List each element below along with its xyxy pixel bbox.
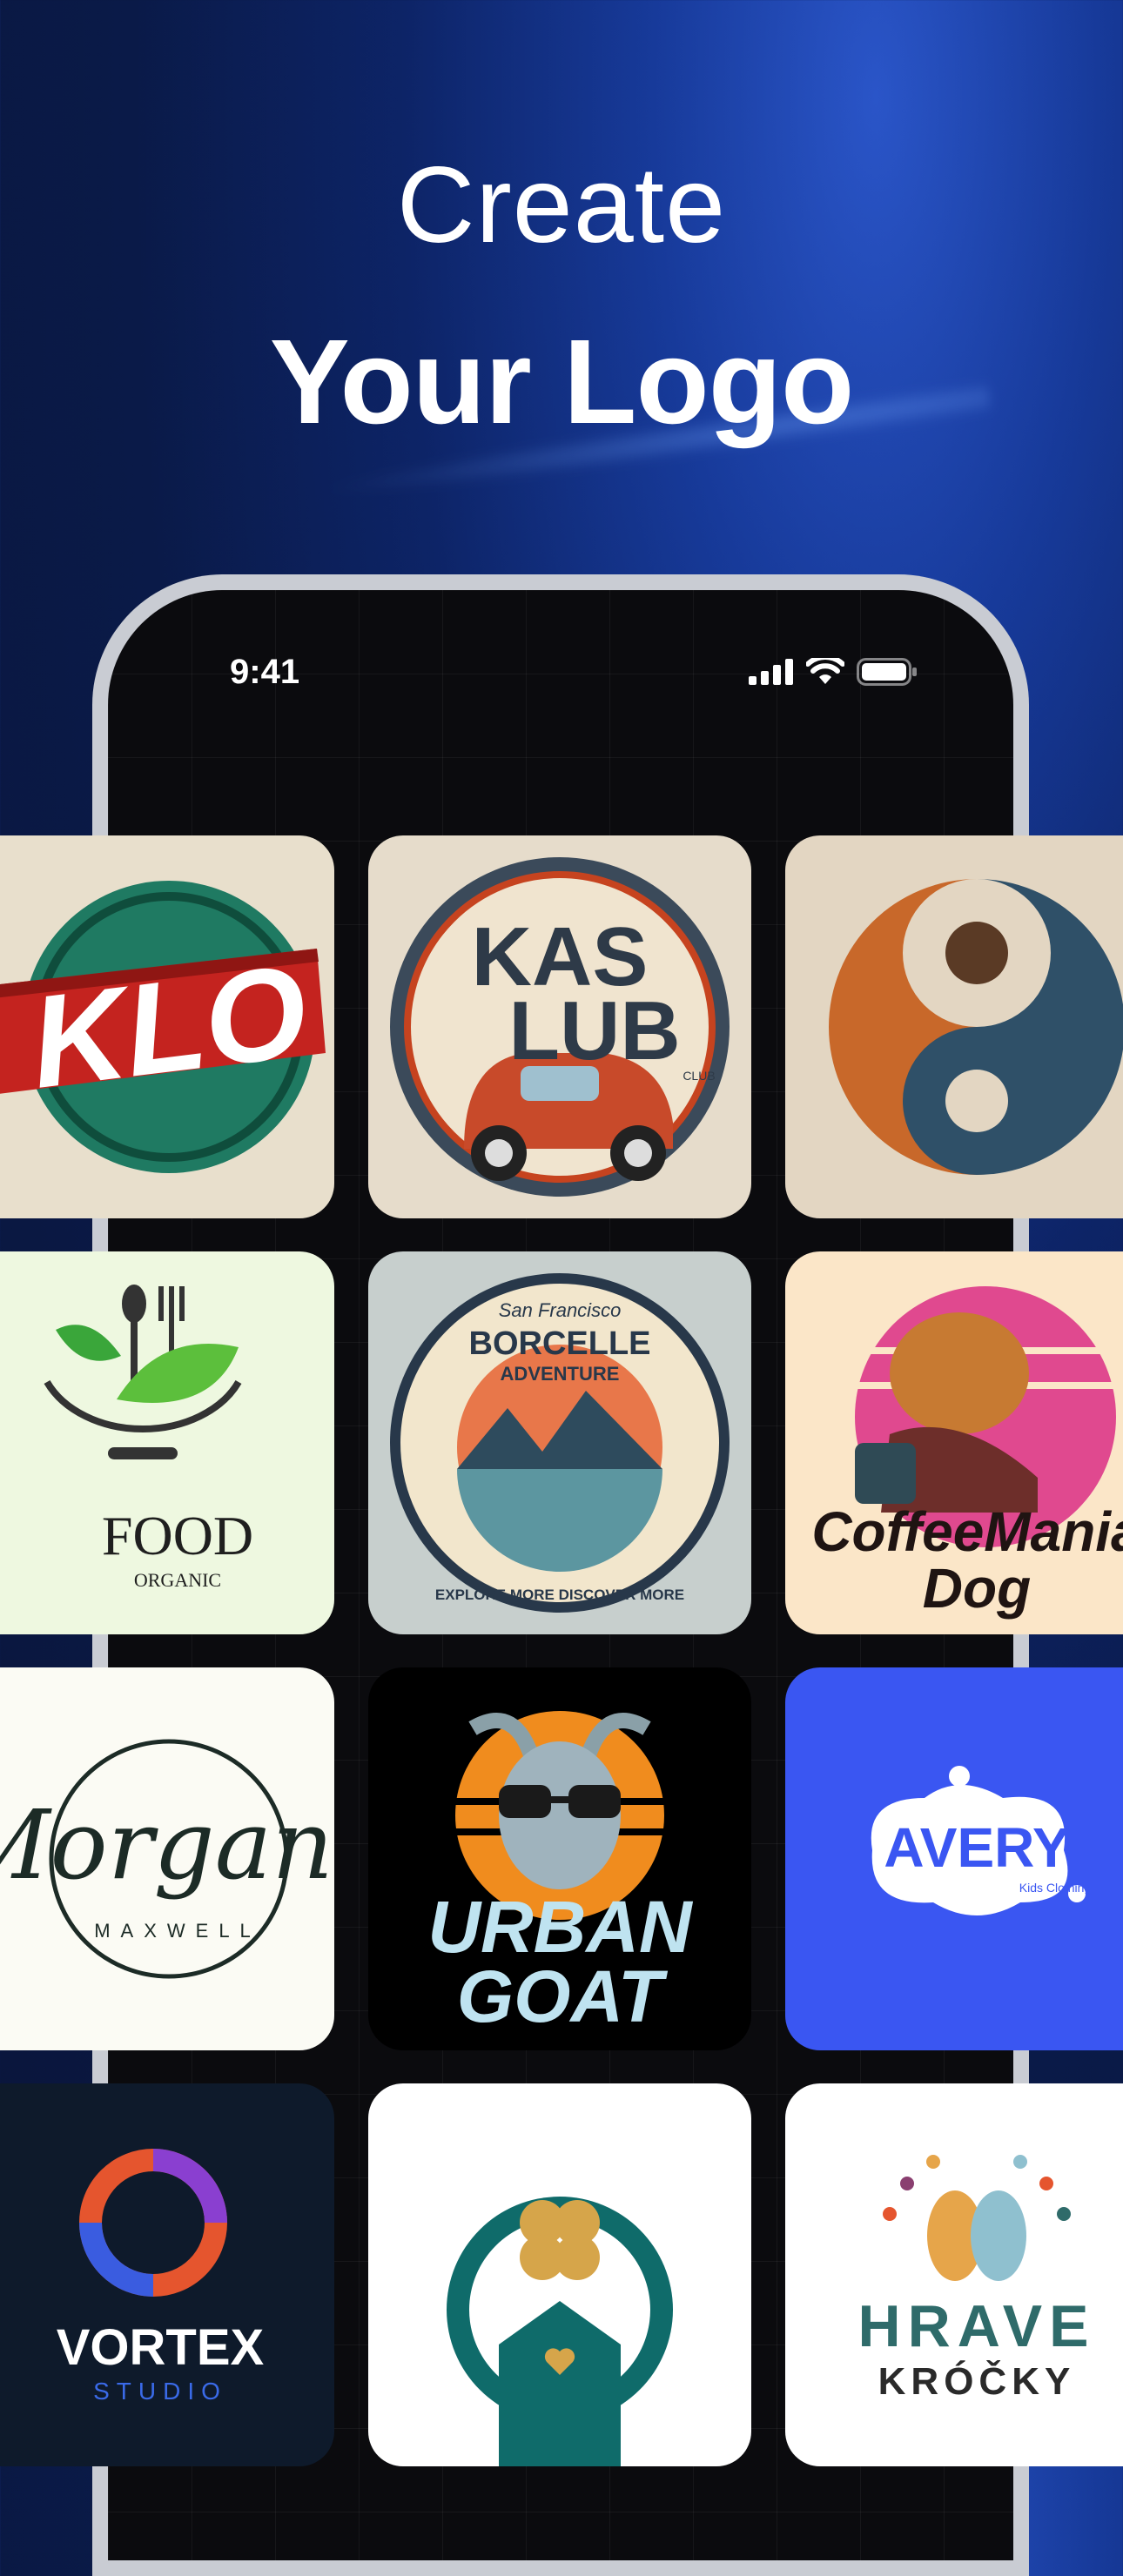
logo-tile-morgan[interactable]: Morgan MAXWELL [0,1667,334,2050]
headline-create: Create [396,145,727,265]
logo-tile-vortex[interactable]: VORTEX STUDIO [0,2083,334,2466]
vortex-sub: STUDIO [93,2378,227,2405]
status-icons [749,658,918,686]
battery-icon [857,658,917,686]
borcelle-subtitle: ADVENTURE [500,1363,620,1385]
hrave-title: HRAVE [857,2293,1096,2359]
hrave-feet-graphic [883,2155,1071,2281]
status-time: 9:41 [230,653,300,691]
logo-tile-house[interactable] [368,2083,751,2466]
borcelle-title: BORCELLE [468,1325,651,1362]
logo-tile-food[interactable]: FOOD ORGANIC [0,1251,334,1634]
logo-tile-borcelle[interactable]: San Francisco BORCELLE ADVENTURE EXPLORE… [368,1251,751,1634]
vortex-ring-graphic [79,2149,227,2297]
logo-tile-avery[interactable]: AVERY Kids Clothing [785,1667,1123,2050]
food-sub: ORGANIC [133,1569,222,1591]
avery-sub: Kids Clothing [1019,1881,1092,1895]
logo-tile-urban-goat[interactable]: URBAN GOAT [368,1667,751,2050]
hrave-sub: KRÓČKY [878,2360,1076,2403]
logo-tile-klo[interactable]: KLO [0,835,334,1218]
vortex-title: VORTEX [56,2319,265,2376]
lub-text: LUB [508,984,681,1077]
morgan-sub: MAXWELL [94,1920,261,1942]
wifi-icon [806,658,844,684]
coffeemania-text: CoffeeMania [811,1500,1123,1563]
swirl-graphic [829,879,1123,1175]
borcelle-ring-text: EXPLORE MORE DISCOVER MORE [434,1587,685,1603]
borcelle-top-text: San Francisco [498,1299,622,1321]
logo-tile-swirl[interactable] [785,835,1123,1218]
avery-title: AVERY [884,1816,1070,1879]
club-text: CLUB [683,1069,716,1083]
coffee-dog-text: Dog [922,1557,1032,1620]
logo-tile-hrave[interactable]: HRAVE KRÓČKY [785,2083,1123,2466]
logo-tile-kas-lub[interactable]: KAS LUB CLUB [368,835,751,1218]
morgan-script: Morgan [0,1789,334,1901]
cellular-signal-icon [749,659,793,685]
logo-tile-coffeemania-dog[interactable]: CoffeeMania Dog [785,1251,1123,1634]
house-clover-graphic [447,2197,673,2466]
goat-text: GOAT [456,1955,663,2037]
food-title: FOOD [101,1505,254,1566]
headline-your-logo: Your Logo [269,315,855,449]
